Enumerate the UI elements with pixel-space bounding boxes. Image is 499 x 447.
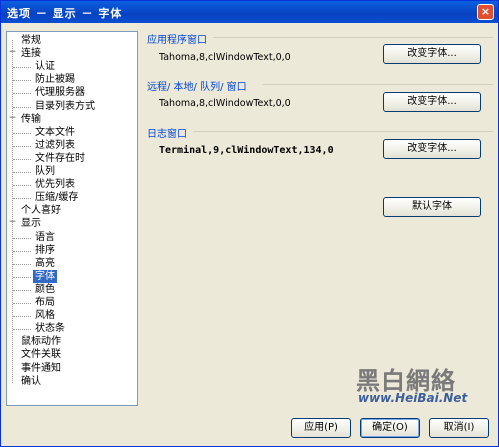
tree-item-label: 目录列表方式 [35,100,95,112]
tree-item-label: 鼠标动作 [21,336,61,348]
tree-item[interactable]: 确认 [19,375,43,388]
tree-item-label: 显示 [21,218,41,230]
tree-item[interactable]: 高亮 [33,257,57,270]
tree-item[interactable]: 事件通知 [19,362,63,375]
tree-item[interactable]: 过滤列表 [33,139,77,152]
tree-item-label: 优先列表 [35,179,75,191]
change-font-button-remote-local-queue[interactable]: 改变字体... [383,92,481,112]
watermark-url: www.HeiBai.Net [358,391,468,405]
tree-item-label: 队列 [35,166,55,177]
tree-item[interactable]: 目录列表方式 [33,100,97,113]
tree-item[interactable]: 风格 [33,309,57,322]
tree-connector [13,237,31,239]
tree-item-label: 防止被踢 [35,74,75,86]
tree-item[interactable]: 文本文件 [33,126,77,139]
tree-item-label: 压缩/缓存 [35,192,79,204]
tree-item[interactable]: 认证 [33,60,57,73]
tree-item-label: 文本文件 [35,126,75,138]
tree-connector [13,80,31,82]
tree-connector [13,316,31,318]
tree-connector [13,145,31,147]
change-font-button-app-window[interactable]: 改变字体... [383,44,481,64]
tree-item[interactable]: 防止被踢 [33,73,77,86]
group-label-app-window: 应用程序窗口 [147,35,207,46]
tree-connector [13,250,31,252]
tree-connector [13,185,31,187]
apply-button[interactable]: 应用(P) [291,418,351,438]
tree-item[interactable]: 优先列表 [33,178,77,191]
watermark: 黑白網絡 www.HeiBai.Net [356,361,496,409]
tree-item-label: 传输 [21,113,41,125]
tree-connector [13,198,31,200]
remote-local-queue-font-value: Tahoma,8,clWindowText,0,0 [159,98,291,109]
tree-item-label: 代理服务器 [35,87,85,99]
tree-item[interactable]: 字体 [33,269,57,283]
tree-item-label: 风格 [35,310,55,322]
change-font-button-log-window[interactable]: 改变字体... [383,139,481,159]
options-tree[interactable]: 常规 连接 − 认证 防止被踢 代理服务器 目录列表方式 传输 − 文本文件 过滤列表 文件存在时 队列… [6,31,138,406]
tree-item-label: 布局 [35,297,55,308]
group-label-remote-local-queue: 远程/ 本地/ 队列/ 窗口 [147,82,247,93]
tree-item[interactable]: 代理服务器 [33,86,87,99]
title-bar[interactable]: 选项 － 显示 － 字体 × [1,1,498,23]
app-window-font-value: Tahoma,8,clWindowText,0,0 [159,52,291,63]
tree-connector [13,158,31,160]
tree-item-label: 颜色 [35,283,55,295]
tree-item[interactable]: 语言 [33,231,57,244]
tree-item-label: 语言 [35,231,55,243]
ok-button[interactable]: 确定(O) [360,418,420,438]
tree-connector [13,172,31,173]
cancel-button[interactable]: 取消(I) [429,418,489,438]
tree-connector [12,40,13,383]
tree-connector [13,93,31,95]
group-label-log-window: 日志窗口 [147,129,187,140]
window-title: 选项 － 显示 － 字体 [7,7,123,20]
tree-connector [13,289,31,291]
tree-item[interactable]: 显示 [19,217,43,230]
log-window-font-value: Terminal,9,clWindowText,134,0 [159,145,334,156]
tree-connector [13,106,31,108]
tree-item[interactable]: 文件存在时 [33,152,87,165]
tree-connector [13,303,31,304]
tree-connector [13,263,31,265]
tree-item[interactable]: 颜色 [33,283,57,296]
close-button[interactable]: × [477,4,494,20]
options-dialog: 选项 － 显示 － 字体 × 常规 连接 − 认证 防止被踢 代理服务器 目录列表方式 传输 −… [0,0,499,447]
tree-item-label: 排序 [35,244,55,256]
tree-item[interactable]: 压缩/缓存 [33,191,80,204]
tree-item-label: 文件关联 [21,349,61,361]
tree-item[interactable]: 鼠标动作 [19,335,63,348]
group-divider [213,37,493,38]
tree-item-label: 确认 [21,375,41,387]
default-font-button[interactable]: 默认字体 [383,197,481,217]
group-divider [263,84,493,85]
tree-item-label: 状态条 [35,323,65,335]
tree-item-label: 字体 [35,270,55,282]
group-divider [193,131,493,132]
tree-item-label: 个人喜好 [21,205,61,217]
tree-item[interactable]: 常规 [19,34,43,47]
tree-connector [13,67,31,69]
tree-item-label: 连接 [21,48,41,60]
tree-item[interactable]: 排序 [33,244,57,257]
tree-connector [13,276,31,278]
tree-item-label: 文件存在时 [35,152,85,164]
tree-item[interactable]: 文件关联 [19,348,63,361]
tree-item-label: 认证 [35,61,55,73]
tree-item-label: 高亮 [35,257,55,269]
tree-item-label: 事件通知 [21,362,61,374]
tree-item[interactable]: 布局 [33,296,57,309]
tree-item-label: 常规 [21,35,41,46]
tree-connector [13,132,31,134]
tree-item[interactable]: 状态条 [33,322,67,335]
tree-item[interactable]: 传输 [19,113,43,126]
tree-connector [13,329,31,331]
tree-item[interactable]: 个人喜好 [19,204,63,217]
tree-item-label: 过滤列表 [35,139,75,151]
tree-item[interactable]: 队列 [33,165,57,178]
tree-item[interactable]: 连接 [19,47,43,60]
